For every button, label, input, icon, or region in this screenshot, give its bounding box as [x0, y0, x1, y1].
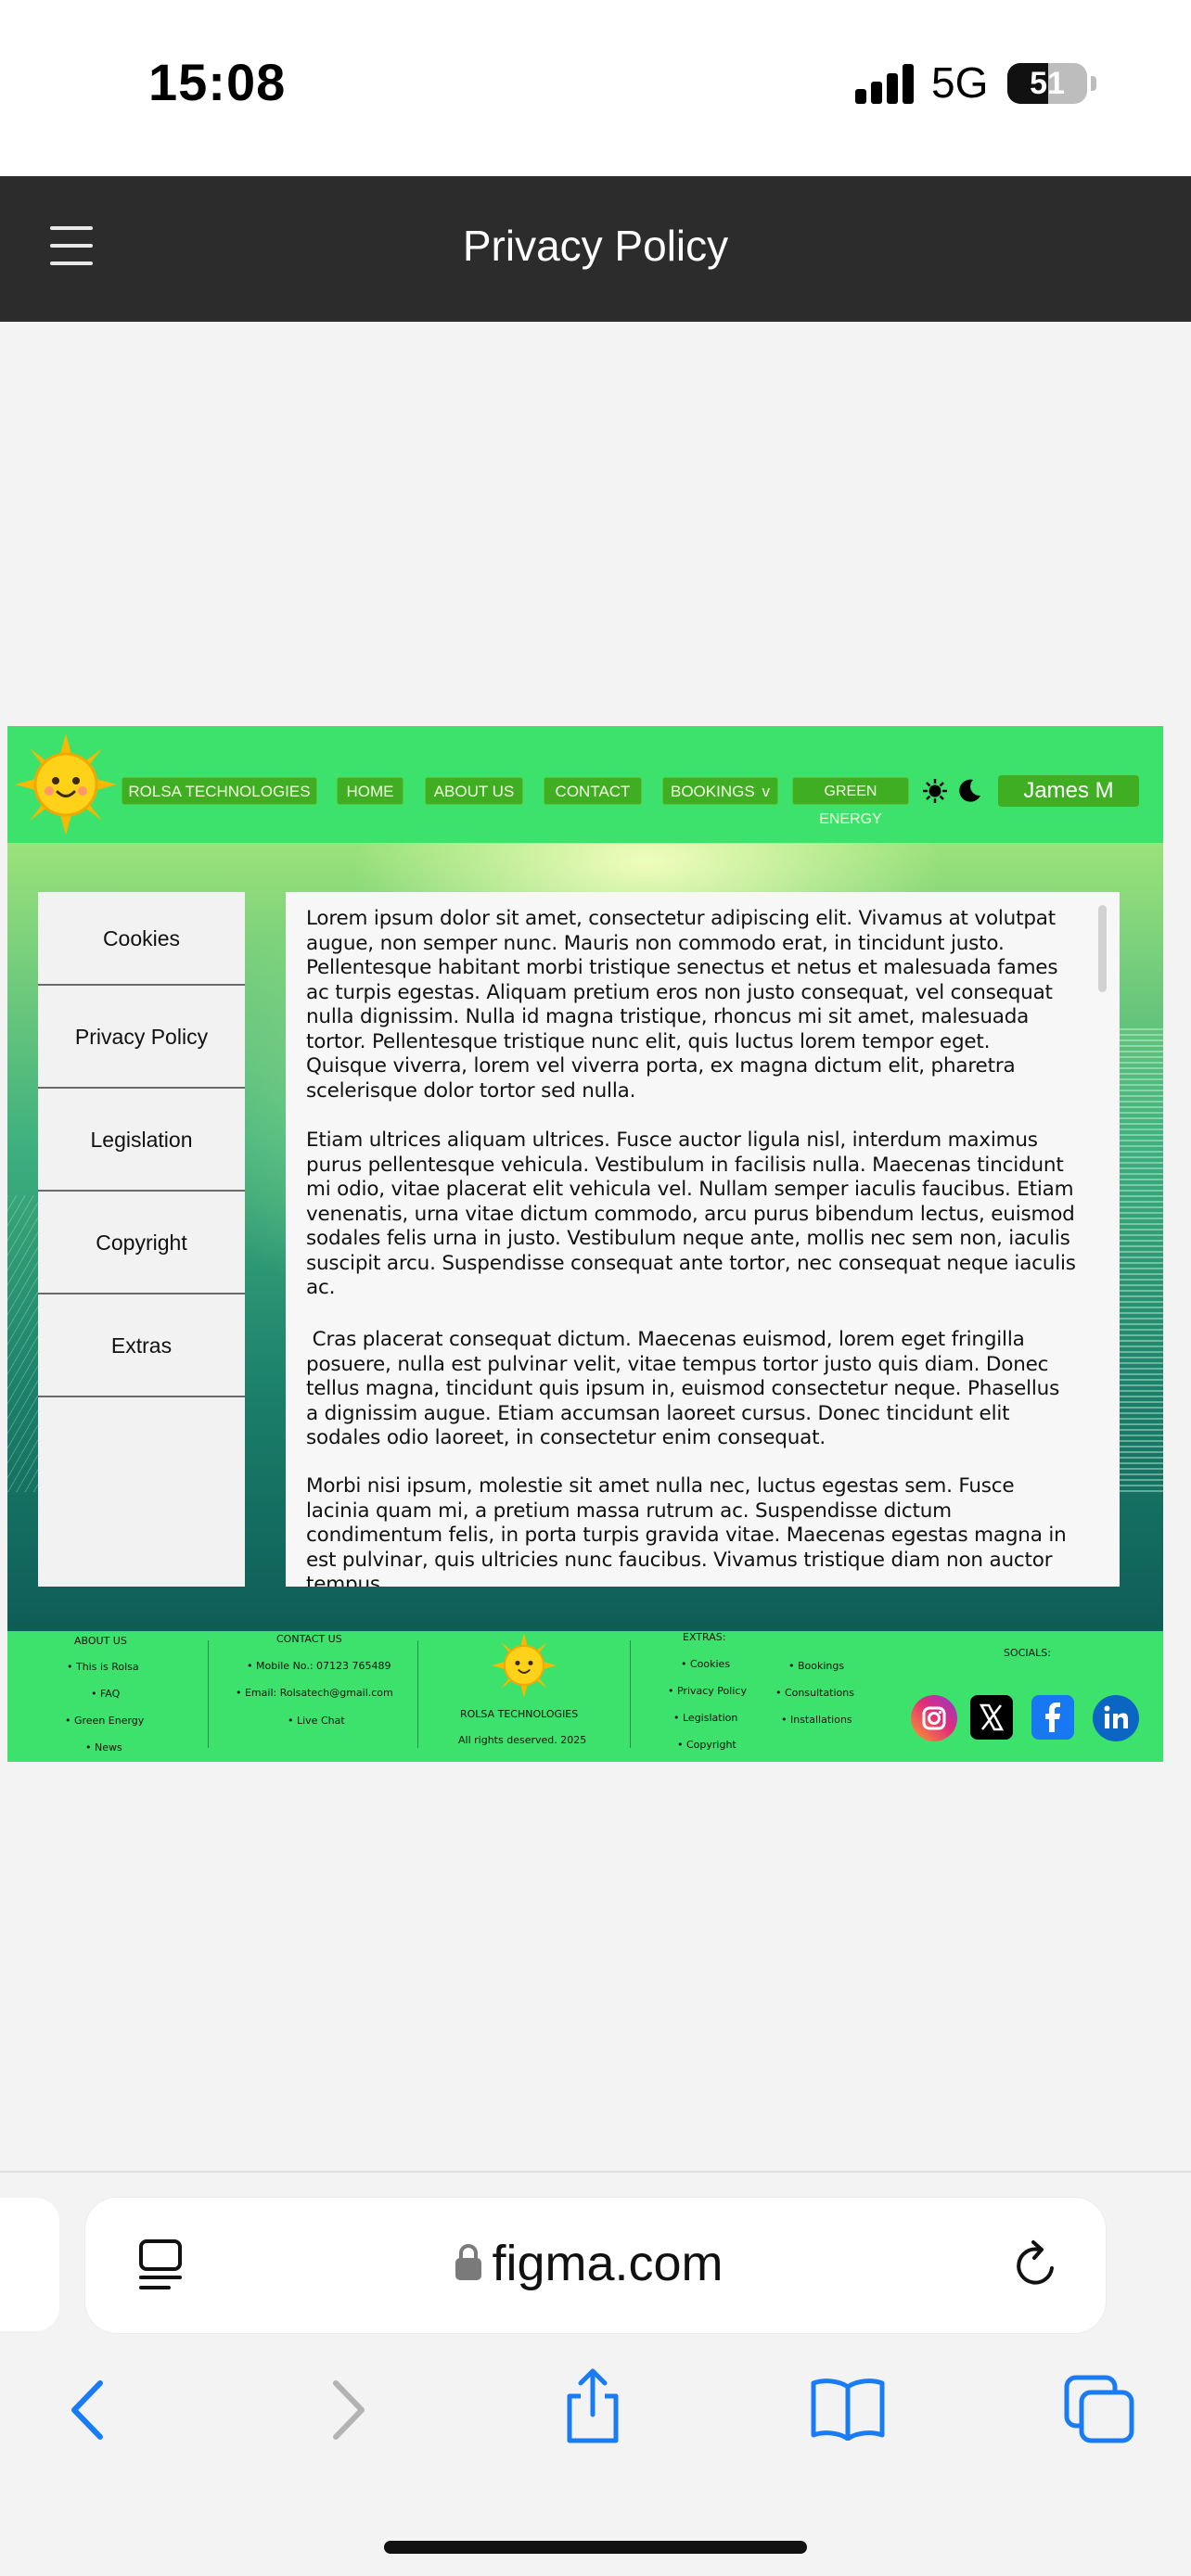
back-icon[interactable]: [65, 2378, 111, 2442]
address-bar[interactable]: figma.com: [85, 2198, 1106, 2333]
footer-about-link[interactable]: • News: [85, 1741, 122, 1753]
nav-about-button[interactable]: ABOUT US: [425, 777, 523, 805]
reload-icon[interactable]: [1011, 2238, 1063, 2294]
bookmarks-icon[interactable]: [809, 2376, 887, 2442]
page-title: Privacy Policy: [462, 222, 729, 270]
user-account-button[interactable]: James M: [998, 775, 1139, 807]
policy-paragraph: Lorem ipsum dolor sit amet, consectetur …: [306, 907, 1058, 1103]
status-time: 15:08: [148, 53, 287, 111]
policy-sidebar: Cookies Privacy Policy Legislation Copyr…: [38, 892, 245, 1587]
toolbar-divider: [0, 2171, 1191, 2173]
sidebar-item-cookies[interactable]: Cookies: [38, 892, 245, 986]
nav-home-button[interactable]: HOME: [337, 777, 403, 805]
footer-extras-link[interactable]: • Copyright: [677, 1739, 736, 1751]
sun-theme-icon[interactable]: [922, 778, 948, 804]
chevron-down-icon: v: [762, 783, 771, 800]
linkedin-icon[interactable]: [1093, 1695, 1139, 1741]
signal-icon: [855, 63, 915, 104]
footer-extras-heading: EXTRAS:: [683, 1631, 726, 1643]
footer-extras-link[interactable]: • Cookies: [681, 1658, 730, 1670]
facebook-icon[interactable]: [1031, 1695, 1074, 1740]
footer-divider: [208, 1640, 209, 1748]
content-scrollbar[interactable]: [1098, 905, 1107, 992]
home-indicator: [384, 2541, 807, 2554]
footer-contact-item[interactable]: • Email: Rolsatech@gmail.com: [236, 1687, 393, 1699]
battery-level: 51: [1030, 66, 1065, 101]
previous-tab-peek[interactable]: [0, 2198, 59, 2331]
footer-extras-link[interactable]: • Bookings: [788, 1660, 844, 1672]
footer-divider: [417, 1640, 418, 1748]
footer-sun-logo-icon: [492, 1633, 557, 1698]
forward-icon[interactable]: [325, 2378, 371, 2442]
policy-content-panel[interactable]: Lorem ipsum dolor sit amet, consectetur …: [286, 892, 1120, 1587]
nav-contact-button[interactable]: CONTACT: [544, 777, 642, 805]
nav-bookings-button[interactable]: BOOKINGS v: [662, 777, 778, 805]
nav-green-energy-button[interactable]: GREEN ENERGY: [792, 777, 909, 827]
footer-copyright: All rights deserved. 2025: [458, 1734, 587, 1746]
footer-contact-item[interactable]: • Live Chat: [288, 1715, 345, 1727]
tabs-icon[interactable]: [1063, 2374, 1137, 2444]
network-type: 5G: [931, 58, 989, 107]
footer-contact-item: • Mobile No.: 07123 765489: [247, 1660, 391, 1672]
footer-contact-heading: CONTACT US: [276, 1633, 342, 1645]
footer-divider: [630, 1640, 631, 1748]
nav-bookings-label: BOOKINGS: [671, 783, 755, 800]
sidebar-item-copyright[interactable]: Copyright: [38, 1192, 245, 1294]
footer-socials-heading: SOCIALS:: [1004, 1647, 1051, 1659]
policy-paragraph: Morbi nisi ipsum, molestie sit amet null…: [306, 1474, 1067, 1587]
sidebar-item-extras[interactable]: Extras: [38, 1294, 245, 1397]
footer-extras-link[interactable]: • Privacy Policy: [668, 1685, 747, 1697]
footer-about-link[interactable]: • This is Rolsa: [67, 1661, 139, 1673]
share-icon[interactable]: [560, 2366, 625, 2446]
footer-extras-link[interactable]: • Legislation: [673, 1712, 737, 1724]
footer-about-heading: ABOUT US: [74, 1635, 127, 1647]
policy-paragraph: Cras placerat consequat dictum. Maecenas…: [306, 1328, 1066, 1449]
battery-icon: 51: [1007, 63, 1087, 104]
status-bar: 15:08 5G 51: [0, 0, 1191, 176]
footer-about-link[interactable]: • Green Energy: [65, 1715, 144, 1727]
design-nav-bar: ROLSA TECHNOLOGIES HOME ABOUT US CONTACT…: [7, 726, 1163, 843]
url-text[interactable]: figma.com: [85, 2235, 1106, 2292]
moon-theme-icon[interactable]: [955, 777, 983, 805]
nav-brand-button[interactable]: ROLSA TECHNOLOGIES: [122, 777, 317, 805]
sidebar-item-legislation[interactable]: Legislation: [38, 1089, 245, 1192]
instagram-icon[interactable]: [911, 1695, 957, 1741]
battery-tip: [1091, 76, 1096, 91]
policy-paragraph: Etiam ultrices aliquam ultrices. Fusce a…: [306, 1129, 1076, 1299]
footer-brand-name: ROLSA TECHNOLOGIES: [460, 1708, 579, 1720]
browser-toolbar: [0, 2355, 1191, 2467]
design-preview: ROLSA TECHNOLOGIES HOME ABOUT US CONTACT…: [7, 726, 1163, 1762]
x-icon[interactable]: [970, 1695, 1013, 1740]
design-body: Cookies Privacy Policy Legislation Copyr…: [7, 843, 1163, 1631]
design-footer: ABOUT US • This is Rolsa • FAQ • Green E…: [7, 1631, 1163, 1762]
sun-logo-icon: [15, 733, 117, 835]
app-bar: Privacy Policy: [0, 176, 1191, 322]
sidebar-item-privacy-policy[interactable]: Privacy Policy: [38, 986, 245, 1089]
footer-extras-link[interactable]: • Installations: [781, 1714, 852, 1726]
footer-extras-link[interactable]: • Consultations: [775, 1687, 854, 1699]
footer-about-link[interactable]: • FAQ: [91, 1688, 120, 1700]
